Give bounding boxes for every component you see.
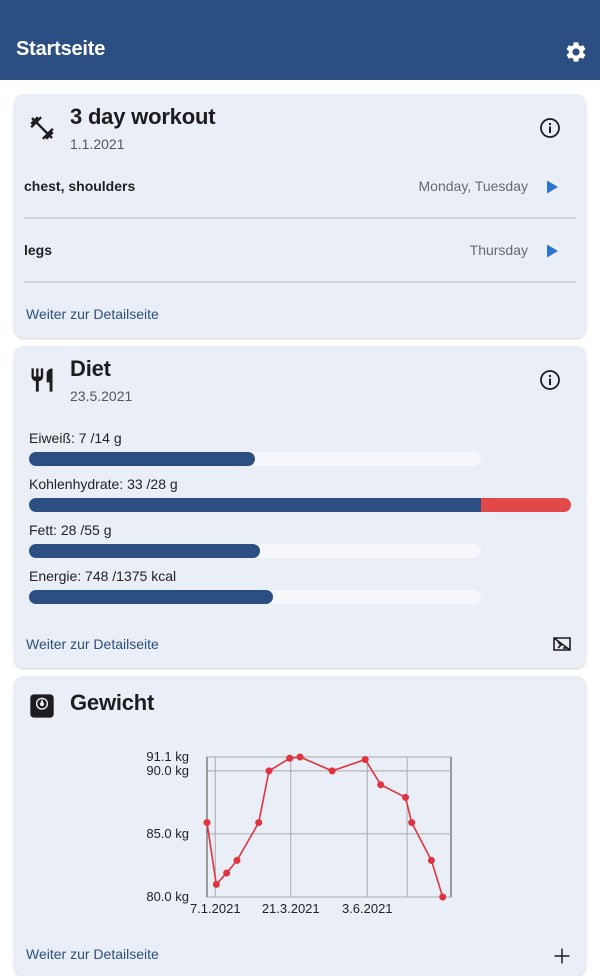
macro-label: Energie: 748 /1375 kcal — [29, 568, 177, 584]
macro-label: Kohlenhydrate: 33 /28 g — [29, 476, 178, 492]
data-point — [286, 754, 294, 762]
data-point — [439, 893, 447, 901]
macro-progress-fill — [29, 452, 255, 466]
divider — [24, 217, 576, 219]
workout-row-days: Thursday — [469, 242, 528, 258]
y-tick-label: 85.0 kg — [146, 826, 189, 841]
data-point — [361, 756, 369, 764]
workout-date: 1.1.2021 — [70, 136, 125, 152]
macro-progress-bar — [29, 498, 571, 512]
data-point — [233, 856, 241, 864]
data-point — [212, 880, 220, 888]
macro-label: Fett: 28 /55 g — [29, 522, 112, 538]
data-point — [223, 869, 231, 877]
cutlery-icon — [31, 368, 53, 392]
divider — [24, 281, 576, 283]
data-point — [328, 767, 336, 775]
data-point — [203, 819, 211, 827]
app-bar: Startseite — [0, 0, 600, 80]
macro-label: Eiweiß: 7 /14 g — [29, 430, 122, 446]
data-point — [377, 781, 385, 789]
workout-row-days: Monday, Tuesday — [418, 178, 528, 194]
workout-row-name: legs — [24, 242, 53, 258]
diet-title: Diet — [70, 356, 111, 381]
data-point — [296, 753, 304, 761]
weight-chart: 80.0 kg 85.0 kg 90.0 kg91.1 kg 7.1.2021 21.3… — [146, 749, 452, 916]
gear-icon[interactable] — [564, 40, 588, 64]
workout-details-link[interactable]: Weiter zur Detailseite — [26, 306, 159, 322]
macro-overflow-fill — [481, 498, 571, 512]
play-icon[interactable] — [544, 179, 560, 195]
macro-progress-fill — [29, 544, 260, 558]
diet-card: Diet 23.5.2021 Eiweiß: 7 /14 g Kohlenhyd… — [14, 346, 586, 668]
y-tick-label: 80.0 kg — [146, 889, 189, 904]
dumbbell-icon — [30, 116, 54, 140]
data-point — [265, 767, 273, 775]
workout-title: 3 day workout — [70, 104, 216, 129]
x-tick-label: 3.6.2021 — [342, 901, 393, 916]
macro-progress-bar — [29, 452, 481, 466]
weight-title: Gewicht — [70, 690, 155, 715]
play-icon[interactable] — [544, 243, 560, 259]
macro-progress-fill — [29, 590, 273, 604]
diet-date: 23.5.2021 — [70, 388, 133, 404]
page-title: Startseite — [16, 38, 106, 60]
y-tick-label: 91.1 kg — [146, 749, 189, 764]
data-point — [427, 856, 435, 864]
plus-icon[interactable] — [552, 946, 572, 966]
scale-icon — [30, 694, 54, 718]
workout-row-name: chest, shoulders — [24, 178, 136, 194]
workout-card: 3 day workout 1.1.2021 chest, shoulders … — [14, 94, 586, 338]
data-point — [402, 793, 410, 801]
x-tick-label: 21.3.2021 — [262, 901, 320, 916]
data-point — [255, 819, 263, 827]
info-icon[interactable] — [538, 368, 562, 392]
diet-details-link[interactable]: Weiter zur Detailseite — [26, 636, 159, 652]
data-point — [408, 819, 416, 827]
x-tick-label: 7.1.2021 — [190, 901, 241, 916]
y-tick-label: 90.0 kg — [146, 763, 189, 778]
weight-details-link[interactable]: Weiter zur Detailseite — [26, 946, 159, 962]
add-meal-icon[interactable] — [550, 632, 574, 656]
info-icon[interactable] — [538, 116, 562, 140]
weight-card: Gewicht 80.0 kg 85.0 kg 90.0 kg 91.1 kg 7.1.… — [14, 676, 586, 976]
macro-progress-bar — [29, 544, 481, 558]
macro-progress-bar — [29, 590, 481, 604]
macro-progress-fill — [29, 498, 481, 512]
